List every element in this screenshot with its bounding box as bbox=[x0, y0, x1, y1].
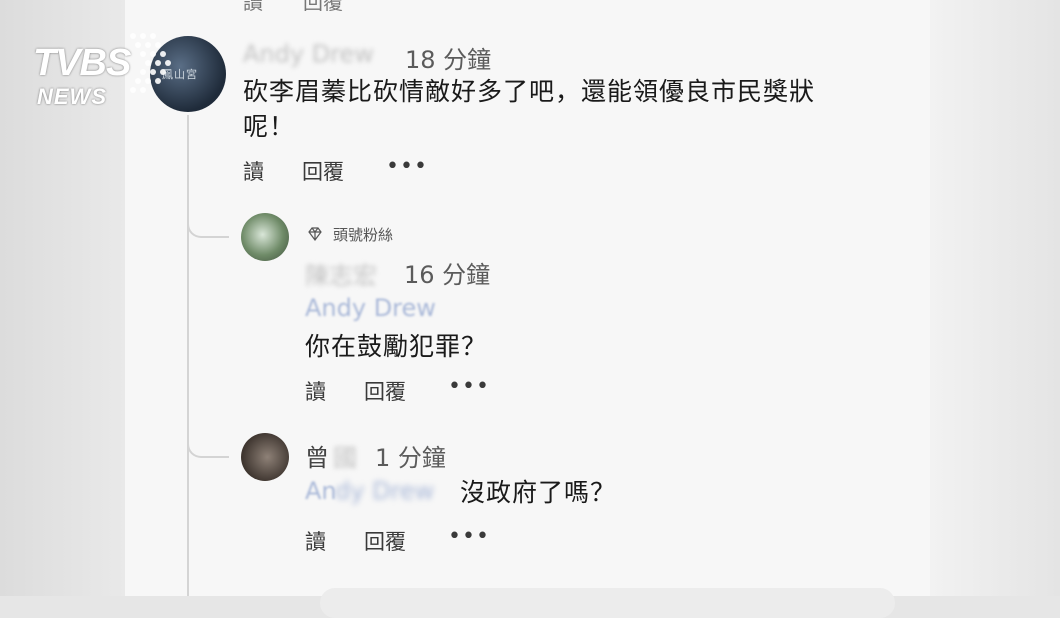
avatar-reply1[interactable] bbox=[241, 213, 289, 261]
logo-tvbs: TVBS bbox=[33, 42, 131, 84]
reply1-text: 你在鼓勵犯罪？ bbox=[305, 332, 488, 361]
comment-text-line1: 砍李眉蓁比砍情敵好多了吧，還能領優良市民獎狀 bbox=[243, 77, 816, 106]
top-read-button[interactable]: 讀 bbox=[243, 0, 263, 15]
top-reply-button[interactable]: 回覆 bbox=[303, 0, 343, 15]
reply-input-box[interactable] bbox=[320, 588, 895, 618]
reply2-text: 沒政府了嗎？ bbox=[460, 478, 617, 507]
comment-author[interactable]: Andy Drew bbox=[243, 40, 374, 68]
reply2-reply-button[interactable]: 回覆 bbox=[364, 526, 406, 556]
logo-news: NEWS bbox=[37, 84, 107, 109]
comment-text-line2: 呢！ bbox=[243, 112, 296, 141]
reply2-mention[interactable]: An bbox=[305, 477, 337, 505]
reply2-read-button[interactable]: 讀 bbox=[305, 526, 326, 556]
diamond-icon bbox=[308, 227, 322, 241]
read-button[interactable]: 讀 bbox=[243, 156, 264, 186]
tvbs-news-logo: TVBS NEWS bbox=[33, 30, 183, 110]
reply1-read-button[interactable]: 讀 bbox=[305, 376, 326, 406]
thread-line bbox=[187, 115, 189, 596]
avatar-reply2[interactable] bbox=[241, 433, 289, 481]
reply1-reply-button[interactable]: 回覆 bbox=[364, 376, 406, 406]
reply2-mention-blurred: dy Drew bbox=[335, 477, 435, 505]
reply2-author-blurred: 國 bbox=[333, 444, 357, 472]
reply1-mention[interactable]: Andy Drew bbox=[305, 294, 436, 322]
reply-button[interactable]: 回覆 bbox=[302, 156, 344, 186]
reply2-more-options-icon[interactable]: ••• bbox=[448, 524, 490, 549]
comment-time[interactable]: 18 分鐘 bbox=[405, 40, 491, 75]
right-background bbox=[930, 0, 1060, 596]
reply2-author[interactable]: 曾 bbox=[305, 438, 329, 473]
logo-dots-icon bbox=[130, 33, 171, 93]
more-options-icon[interactable]: ••• bbox=[386, 154, 428, 179]
reply1-more-options-icon[interactable]: ••• bbox=[448, 374, 490, 399]
reply1-time[interactable]: 16 分鐘 bbox=[404, 255, 490, 290]
thread-branch-2 bbox=[187, 442, 229, 458]
reply2-time[interactable]: 1 分鐘 bbox=[375, 438, 446, 473]
reply1-author[interactable]: 陳志宏 bbox=[305, 256, 377, 291]
thread-branch-1 bbox=[187, 222, 229, 238]
top-fan-badge: 頭號粉絲 bbox=[333, 226, 394, 244]
